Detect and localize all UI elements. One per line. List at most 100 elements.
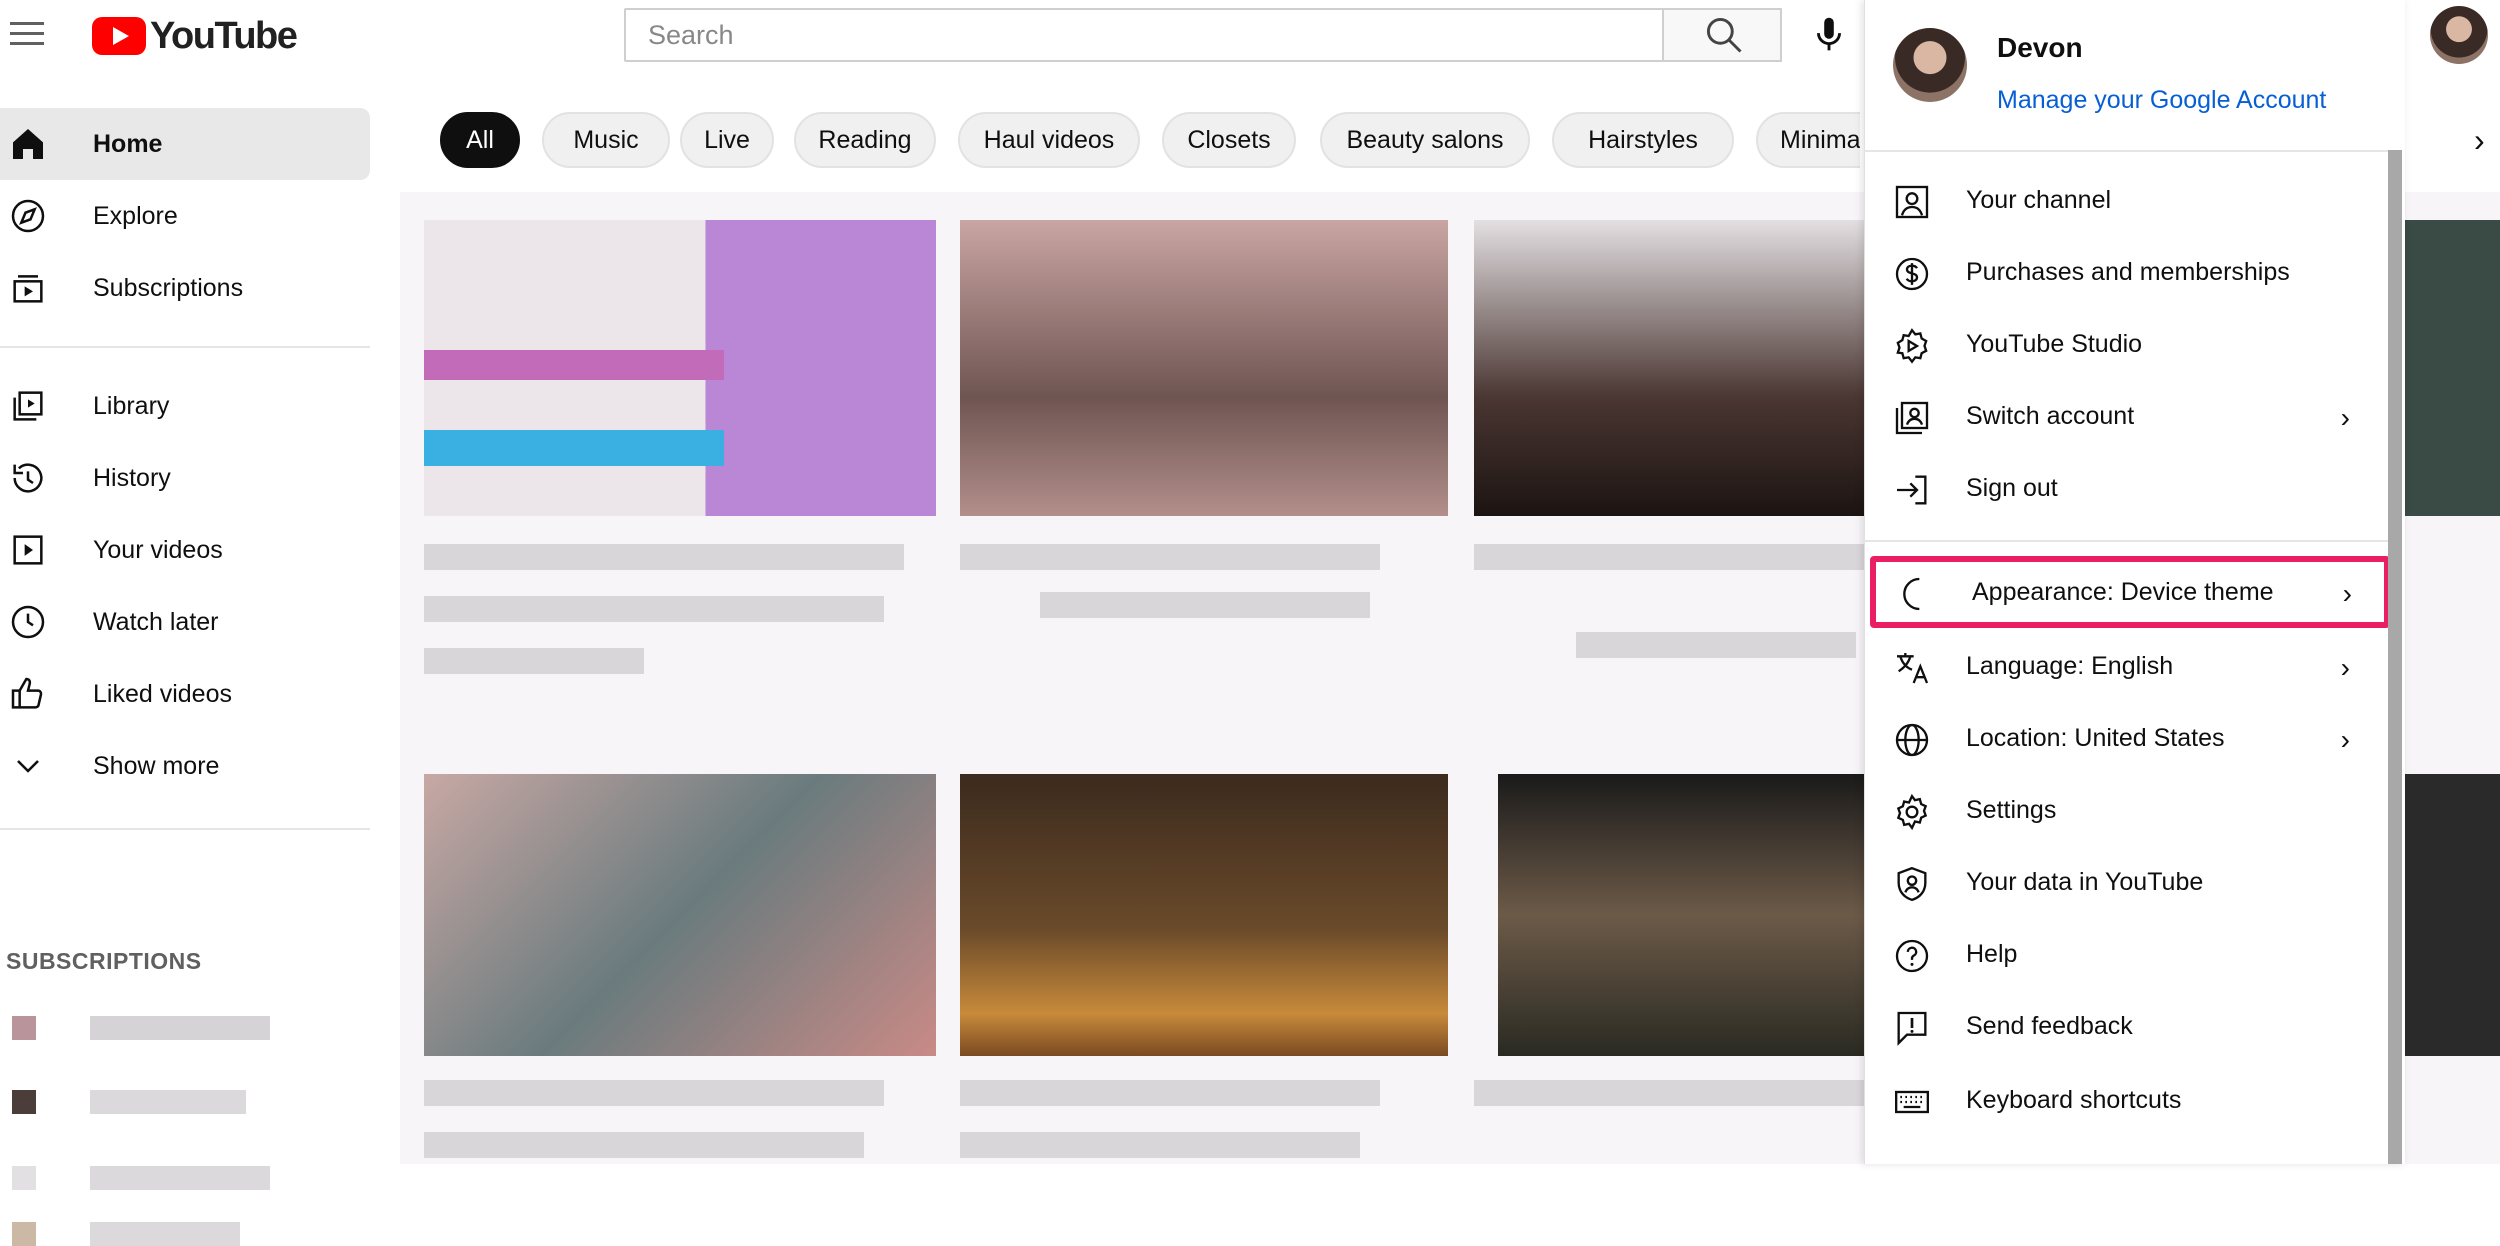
dollar-icon	[1895, 257, 1929, 291]
chip-haul-videos[interactable]: Haul videos	[958, 112, 1140, 168]
avatar[interactable]	[2430, 6, 2488, 64]
subscription-name[interactable]	[90, 1016, 270, 1040]
thumb-up-icon	[11, 677, 43, 709]
moon-icon	[1903, 577, 1920, 611]
menu-item-youtube-studio[interactable]: YouTube Studio	[1864, 308, 2388, 380]
sidebar-item-history[interactable]: History	[0, 442, 370, 514]
chip-hairstyles[interactable]: Hairstyles	[1552, 112, 1734, 168]
video-meta	[424, 1132, 864, 1158]
menu-item-label: Keyboard shortcuts	[1966, 1086, 2182, 1114]
subscription-avatar[interactable]	[12, 1090, 36, 1114]
menu-avatar	[1893, 28, 1967, 102]
sidebar-item-label: History	[93, 464, 171, 492]
sidebar-item-label: Library	[93, 392, 170, 420]
video-thumbnail[interactable]	[960, 774, 1448, 1056]
menu-item-sign-out[interactable]: Sign out	[1864, 452, 2388, 524]
video-title[interactable]	[1474, 544, 1864, 570]
video-title[interactable]	[960, 544, 1380, 570]
menu-item-label: Appearance: Device theme	[1972, 578, 2274, 606]
sidebar-item-explore[interactable]: Explore	[0, 180, 370, 252]
menu-item-your-data[interactable]: Your data in YouTube	[1864, 846, 2388, 918]
manage-account-link[interactable]: Manage your Google Account	[1997, 86, 2326, 115]
gear-icon	[1896, 793, 1928, 831]
subscriptions-icon	[13, 275, 43, 303]
sidebar-item-watch-later[interactable]: Watch later	[0, 586, 370, 658]
chip-minimalism[interactable]: Minimalis	[1756, 112, 1860, 168]
subscription-name[interactable]	[90, 1222, 240, 1246]
menu-item-send-feedback[interactable]: Send feedback	[1864, 990, 2388, 1062]
sidebar-item-subscriptions[interactable]: Subscriptions	[0, 252, 370, 324]
sidebar-divider	[0, 828, 370, 830]
video-thumbnail[interactable]	[2400, 220, 2500, 516]
menu-item-label: Help	[1966, 940, 2018, 968]
search-icon	[1706, 17, 1742, 53]
sidebar-item-label: Your videos	[93, 536, 223, 564]
menu-icon[interactable]	[10, 20, 46, 48]
video-title[interactable]	[424, 1080, 884, 1106]
sidebar-item-label: Show more	[93, 752, 220, 780]
library-icon	[13, 391, 43, 421]
menu-item-label: Location: United States	[1966, 724, 2225, 752]
mic-button[interactable]	[1806, 12, 1852, 58]
keyboard-icon	[1895, 1090, 1929, 1114]
menu-item-label: Switch account	[1966, 402, 2135, 430]
menu-item-language[interactable]: Language: English ›	[1864, 630, 2388, 702]
video-title[interactable]	[960, 1080, 1380, 1106]
menu-item-your-channel[interactable]: Your channel	[1864, 164, 2388, 236]
menu-item-appearance[interactable]: Appearance: Device theme ›	[1870, 556, 2390, 628]
search-button[interactable]	[1664, 8, 1782, 62]
video-thumbnail[interactable]	[424, 774, 936, 1056]
video-thumbnail[interactable]	[2400, 774, 2500, 1056]
chips-next-arrow[interactable]: ›	[2474, 122, 2485, 159]
chip-music[interactable]: Music	[542, 112, 670, 168]
menu-item-settings[interactable]: Settings	[1864, 774, 2388, 846]
sidebar-item-home[interactable]: Home	[0, 108, 370, 180]
category-chips: All Music Live Reading Haul videos Close…	[440, 112, 1860, 168]
youtube-logo[interactable]: YouTube	[92, 15, 298, 57]
sidebar-item-liked-videos[interactable]: Liked videos	[0, 658, 370, 730]
person-icon	[1895, 185, 1929, 219]
video-title[interactable]	[1474, 1080, 1864, 1106]
chip-live[interactable]: Live	[680, 112, 774, 168]
video-thumbnail[interactable]	[960, 220, 1448, 516]
chevron-right-icon: ›	[2342, 578, 2352, 609]
sidebar-item-label: Liked videos	[93, 680, 232, 708]
menu-item-label: Your channel	[1966, 186, 2112, 214]
chevron-right-icon: ›	[2340, 724, 2350, 755]
menu-item-location[interactable]: Location: United States ›	[1864, 702, 2388, 774]
video-meta	[1040, 592, 1370, 618]
chip-reading[interactable]: Reading	[794, 112, 936, 168]
youtube-play-icon	[92, 17, 146, 55]
sidebar-item-your-videos[interactable]: Your videos	[0, 514, 370, 586]
menu-scrollbar[interactable]	[2388, 150, 2402, 1164]
sidebar-item-library[interactable]: Library	[0, 370, 370, 442]
sidebar-item-show-more[interactable]: Show more	[0, 730, 370, 802]
subscription-avatar[interactable]	[12, 1222, 36, 1246]
video-thumbnail[interactable]	[1474, 220, 1864, 516]
chip-closets[interactable]: Closets	[1162, 112, 1296, 168]
menu-item-keyboard-shortcuts[interactable]: Keyboard shortcuts	[1864, 1064, 2388, 1136]
menu-item-label: Your data in YouTube	[1966, 868, 2204, 896]
subscription-name[interactable]	[90, 1090, 246, 1114]
subscription-avatar[interactable]	[12, 1166, 36, 1190]
video-title[interactable]	[424, 544, 904, 570]
menu-item-help[interactable]: Help	[1864, 918, 2388, 990]
video-meta	[424, 648, 644, 674]
chip-all[interactable]: All	[440, 112, 520, 168]
search-input[interactable]	[626, 10, 1662, 60]
subscription-avatar[interactable]	[12, 1016, 36, 1040]
video-thumbnail[interactable]	[1498, 774, 1864, 1056]
video-thumbnail[interactable]	[424, 220, 936, 516]
sidebar-item-label: Subscriptions	[93, 274, 244, 302]
chip-beauty-salons[interactable]: Beauty salons	[1320, 112, 1530, 168]
menu-item-purchases[interactable]: Purchases and memberships	[1864, 236, 2388, 308]
subscription-name[interactable]	[90, 1166, 270, 1190]
menu-item-switch-account[interactable]: Switch account ›	[1864, 380, 2388, 452]
account-name: Devon	[1997, 32, 2083, 63]
video-title[interactable]	[424, 596, 884, 622]
video-icon	[13, 535, 43, 565]
studio-gear-icon	[1896, 328, 1928, 364]
sidebar-item-label: Watch later	[93, 608, 219, 636]
switch-account-icon	[1895, 401, 1929, 435]
translate-icon	[1897, 653, 1929, 684]
